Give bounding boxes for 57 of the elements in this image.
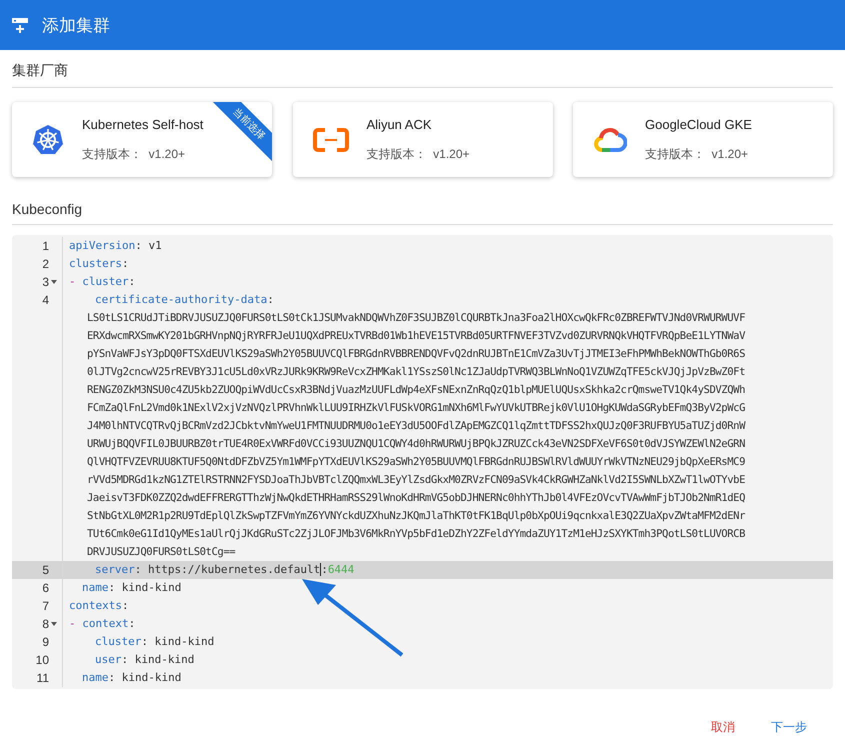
version-text: 支持版本： v1.20+ bbox=[366, 146, 470, 162]
version-text: 支持版本： v1.20+ bbox=[82, 146, 186, 162]
section-title: Kubeconfig bbox=[12, 189, 833, 225]
code-line: certificate-authority-data: bbox=[94, 292, 274, 308]
line-number: 8 bbox=[42, 617, 49, 631]
code-line: clusters: bbox=[68, 256, 129, 272]
certificate-data-line: J4M0lhNTVCQTRvQjBCRmVzd2JCbktvNmYweU1FMTNUUDRMU0o1eEY3dU5OOFdlZApEMGZCQ1lqZmttTDFSS2hxQUJzQ0F3RUFBYU5aTUZjd0RnW bbox=[86, 419, 746, 434]
code-line: apiVersion: v1 bbox=[68, 238, 162, 254]
version-text: 支持版本： v1.20+ bbox=[645, 146, 750, 162]
line-number: 11 bbox=[36, 671, 49, 685]
code-line: contexts: bbox=[68, 598, 129, 614]
certificate-data-line: LS0tLS1CRUdJTiBDRVJUSUZJQ0FURS0tLS0tCk1JSUMvakNDQWVhZ0F3SUJBZ0lCQURBTkJna3Foa2lHOXcwQkFRc0ZBREFWTVJNd0VRWURWUVF bbox=[86, 311, 746, 326]
code-line: cluster: kind-kind bbox=[94, 634, 214, 650]
next-button[interactable]: 下一步 bbox=[763, 715, 815, 736]
certificate-data-line: 0lJTVg2cncwV25rREVBY3J1cU5Ld0xVRzJURk9KRW9ReVcxZHMKakl1YSszS0lNc1ZJaUdpTVRWQ3BLWnNoQ1VZUWZqTFE5ckVJQjJpVzBwZ0Ft bbox=[86, 365, 746, 380]
code-line: server: https://kubernetes.default:6444 bbox=[94, 562, 354, 578]
wheel-logo-icon bbox=[32, 124, 64, 156]
certificate-data-line: TUt6Cmk0eG1Id1QyMEs1aUlrQjJKdGRuSTc2ZjJLOFJMb3V6MkRnYVp5bFd1eDZhY2ZFeldYYmdaZUY1TzM1eHJzSXYKTmh3PQotLS0tLUVORCB bbox=[86, 527, 746, 542]
line-number: 7 bbox=[42, 599, 49, 613]
code-line: name: kind-kind bbox=[81, 580, 182, 596]
vendor-card[interactable]: Kubernetes Self-host 支持版本： v1.20+ 当前选择 bbox=[12, 102, 272, 177]
certificate-data-line: QlVHQTFVZEVRUU8KTUF5Q0NtdDFZbVZ5Ym1WMFpYTXdEUVlKS29aSWh2Y05BUUVMQlFBRGdnRUJBSWlRVldWUUYrWkVTNzNEU29jbQpXeERsMC9 bbox=[86, 455, 746, 470]
line-number: 6 bbox=[42, 581, 49, 595]
fold-caret-icon[interactable] bbox=[51, 622, 57, 626]
certificate-data-line: FCmZaQlFnL2Vmd0k1NExlV2xjVzNVQzlPRVhnWklLUU9IRHZkVlFUSkVORG1mNXh6MlFwYUVkUTBRejk0VlU1OHgKUWdaSGRybEFmQ3ByV2pWcG bbox=[86, 401, 746, 416]
server-add-icon bbox=[12, 17, 28, 33]
line-number: 5 bbox=[42, 563, 49, 577]
code-line: - cluster: bbox=[68, 274, 136, 290]
code-line: - context: bbox=[68, 616, 136, 632]
certificate-data-line: StNbGtXL0M2R1p2RU9TdEplQlZkSwpTZFVmYmZ6YVNYckdUZXhuNzJKQmJlaThKT0tFK1BqUlp0bXpOUi9qcnkxalE3Q2ZUaXpvZWtaMFM2dENr bbox=[86, 509, 746, 524]
vendor-name: Kubernetes Self-host bbox=[82, 116, 204, 132]
certificate-data-line: rVVd5MDRGd1kzNG1ZTElRSTRNN2FYSDJoaThJbVBTclZQQmxWL3EyYlZsdGkxM0ZRVzFCN09aSVk4CkRGWHZaNklVd2I5SWNLbXZwT1lwOTYvbE bbox=[86, 473, 746, 488]
vendor-name: Aliyun ACK bbox=[366, 116, 433, 132]
code-line: name: kind-kind bbox=[81, 670, 182, 686]
dialog-title: 添加集群 bbox=[42, 14, 110, 36]
certificate-data-line: DRVJUSUZJQ0FURS0tLS0tCg== bbox=[86, 545, 236, 560]
cloud-logo-icon bbox=[593, 126, 627, 154]
line-number: 4 bbox=[42, 293, 49, 307]
line-number: 1 bbox=[42, 239, 49, 253]
certificate-data-line: URWUjBQQVFIL0JBUURBZ0trTUE4R0ExVWRFd0VCCi93UUZNQU1CQWY4d0hRWURWUjBPQkJZRUZCck43eVN2SDFXeVF6S0t0dVJSYWZEWlN2eGRN bbox=[86, 437, 746, 452]
code-editor[interactable] bbox=[12, 235, 833, 689]
vendor-card[interactable]: GoogleCloud GKE 支持版本： v1.20+ bbox=[573, 102, 833, 177]
certificate-data-line: RENGZ0ZkM3NSU0c4ZU5kb2ZUOQpiWVdUcCsxR3BNdjVuazMzUUFLdWp4eXFsNExnZnRqQzQ1blpMUElUQUsxSkhka2crQmsweTV1Qk4ySDVZQWh bbox=[86, 383, 746, 398]
vendor-card[interactable]: Aliyun ACK 支持版本： v1.20+ bbox=[292, 102, 552, 177]
section-title: 集群厂商 bbox=[12, 50, 833, 88]
bracket-logo-icon bbox=[312, 128, 348, 152]
line-number: 10 bbox=[36, 653, 49, 667]
line-number: 3 bbox=[42, 275, 49, 289]
line-number: 2 bbox=[42, 257, 49, 271]
cancel-button[interactable]: 取消 bbox=[703, 715, 743, 736]
code-line: user: kind-kind bbox=[94, 652, 194, 668]
certificate-data-line: JaeisvT3FDK0ZZQ2dwdEFFRERGTThzWjNwQkdETHRHamRSS29lWnoKdHRmVG5obDJHNERNc0hhYThJb0l4VFEzOVcvTVAwWmFjbTJOb2NmR1dEQ bbox=[86, 491, 746, 506]
certificate-data-line: ERXdwcmRXSmwKY201bGRHVnpNQjRYRFRJeU1UQXdPREUxTVRBd01Wb1hEVE15TVRBd05URTFNVEF3TVZvd0ZURVRNQkVHQTFVRQpBeE1LYTNWaV bbox=[86, 329, 746, 344]
line-number: 9 bbox=[42, 635, 49, 649]
fold-caret-icon[interactable] bbox=[51, 280, 57, 284]
vendor-name: GoogleCloud GKE bbox=[645, 116, 752, 132]
certificate-data-line: pYSnVaWFJsY3pDQ0FTSXdEUVlKS29aSWh2Y05BUUVCQlFBRGdnRVBBRENDQVFvQ2dnRUJBTnE1CmVZa3UvTjJTMEI3eFhPMWhBekNOWThGb0R6S bbox=[86, 347, 746, 362]
